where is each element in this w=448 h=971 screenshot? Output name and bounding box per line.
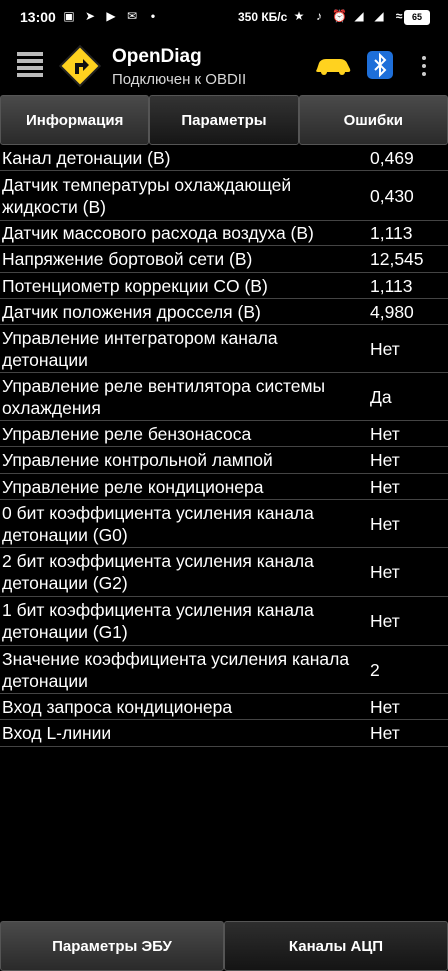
car-icon[interactable] <box>313 54 353 76</box>
screenshot-icon: ▣ <box>63 9 75 23</box>
param-name: Датчик массового расхода воздуха (В) <box>2 223 314 243</box>
bluetooth-icon[interactable] <box>366 50 394 80</box>
param-value: Нет <box>370 450 400 470</box>
tab-parameters[interactable]: Параметры <box>149 95 299 145</box>
param-name: 0 бит коэффициента усиления канала детон… <box>2 502 314 545</box>
signal-icon: ◢ <box>354 9 364 23</box>
param-name: Датчик температуры охлаждающей жидкости … <box>2 174 292 217</box>
system-icons: ★ ♪ ⏰ ◢ ◢ ≈ <box>292 9 406 23</box>
dot-icon: • <box>150 9 156 23</box>
table-row: Датчик массового расхода воздуха (В) 1,1… <box>0 221 448 246</box>
param-value: Нет <box>370 611 400 631</box>
signal-icon-2: ◢ <box>374 9 384 23</box>
param-value: Нет <box>370 338 400 359</box>
mail-icon: ✉ <box>126 9 138 23</box>
param-name: Значение коэффициента усиления канала де… <box>2 648 350 691</box>
app-bar: OpenDiag Подключен к OBDII <box>0 34 448 94</box>
param-name: Напряжение бортовой сети (В) <box>2 249 253 269</box>
param-value: Да <box>370 386 392 407</box>
param-name: Вход запроса кондиционера <box>2 696 233 717</box>
param-value: 2 <box>370 659 380 680</box>
table-row: Вход запроса кондиционера Нет <box>0 694 448 720</box>
table-row: Канал детонации (В) 0,469 <box>0 146 448 171</box>
menu-icon[interactable] <box>17 52 43 78</box>
table-row: 2 бит коэффициента усиления канала детон… <box>0 548 448 597</box>
tab-info[interactable]: Информация <box>0 95 150 145</box>
param-name: Управление интегратором канала детонации <box>2 327 278 370</box>
param-value: 1,113 <box>370 275 413 296</box>
status-time: 13:00 <box>20 9 56 25</box>
param-value: Нет <box>370 562 400 582</box>
param-name: Потенциометр коррекции CO (В) <box>2 275 268 296</box>
param-name: Управление реле вентилятора системы охла… <box>2 375 326 418</box>
param-value: 12,545 <box>370 249 424 269</box>
table-row: Напряжение бортовой сети (В) 12,545 <box>0 246 448 273</box>
telegram-icon: ➤ <box>84 9 96 23</box>
connection-status: Подключен к OBDII <box>112 71 247 88</box>
network-speed: 350 КБ/с <box>238 10 288 24</box>
table-row: Управление реле кондиционера Нет <box>0 474 448 500</box>
param-name: Вход L-линии <box>2 723 112 743</box>
table-row: Управление реле бензонасоса Нет <box>0 421 448 447</box>
param-value: Нет <box>370 696 400 717</box>
table-row: Управление интегратором канала детонации… <box>0 325 448 373</box>
param-value: Нет <box>370 423 400 444</box>
param-value: 0,430 <box>370 185 414 206</box>
param-value: Нет <box>370 723 400 743</box>
table-row: 1 бит коэффициента усиления канала детон… <box>0 597 448 646</box>
table-row: Управление контрольной лампой Нет <box>0 447 448 474</box>
table-row: Датчик положения дросселя (В) 4,980 <box>0 299 448 325</box>
app-title: OpenDiag <box>112 46 202 67</box>
param-value: 4,980 <box>370 301 414 322</box>
table-row: 0 бит коэффициента усиления канала детон… <box>0 500 448 548</box>
video-icon: ▶ <box>106 9 116 23</box>
param-name: 1 бит коэффициента усиления канала детон… <box>2 600 314 642</box>
bluetooth-status-icon: ★ <box>293 9 305 23</box>
status-bar: 13:00 ▣ ➤ ▶ ✉ • 350 КБ/с ★ ♪ ⏰ ◢ ◢ ≈ 65 <box>0 0 448 34</box>
param-value: 1,113 <box>370 223 413 243</box>
tab-adc-channels[interactable]: Каналы АЦП <box>224 921 448 971</box>
bottom-tabs: Параметры ЭБУ Каналы АЦП <box>0 921 448 971</box>
param-name: 2 бит коэффициента усиления канала детон… <box>2 551 314 593</box>
mute-icon: ♪ <box>316 9 322 23</box>
table-row: Управление реле вентилятора системы охла… <box>0 373 448 421</box>
param-value: Нет <box>370 513 400 534</box>
table-row: Потенциометр коррекции CO (В) 1,113 <box>0 273 448 299</box>
param-name: Датчик положения дросселя (В) <box>2 301 261 322</box>
more-options-icon[interactable] <box>420 56 428 78</box>
table-row: Датчик температуры охлаждающей жидкости … <box>0 171 448 221</box>
param-value: Нет <box>370 476 400 497</box>
table-row: Вход L-линии Нет <box>0 720 448 747</box>
table-row: Значение коэффициента усиления канала де… <box>0 646 448 694</box>
battery-icon: 65 <box>404 10 430 25</box>
alarm-icon: ⏰ <box>332 9 347 23</box>
param-name: Управление контрольной лампой <box>2 450 273 470</box>
param-name: Управление реле кондиционера <box>2 476 264 497</box>
tab-errors[interactable]: Ошибки <box>298 95 448 145</box>
param-value: 0,469 <box>370 148 414 168</box>
param-name: Канал детонации (В) <box>2 148 171 168</box>
tab-ecu-parameters[interactable]: Параметры ЭБУ <box>0 921 224 971</box>
opendiag-logo-icon <box>58 44 102 88</box>
parameter-list: Канал детонации (В) 0,469 Датчик темпера… <box>0 146 448 747</box>
notification-icons: ▣ ➤ ▶ ✉ • <box>62 9 160 23</box>
top-tabs: Информация Параметры Ошибки <box>0 95 448 145</box>
param-name: Управление реле бензонасоса <box>2 423 252 444</box>
